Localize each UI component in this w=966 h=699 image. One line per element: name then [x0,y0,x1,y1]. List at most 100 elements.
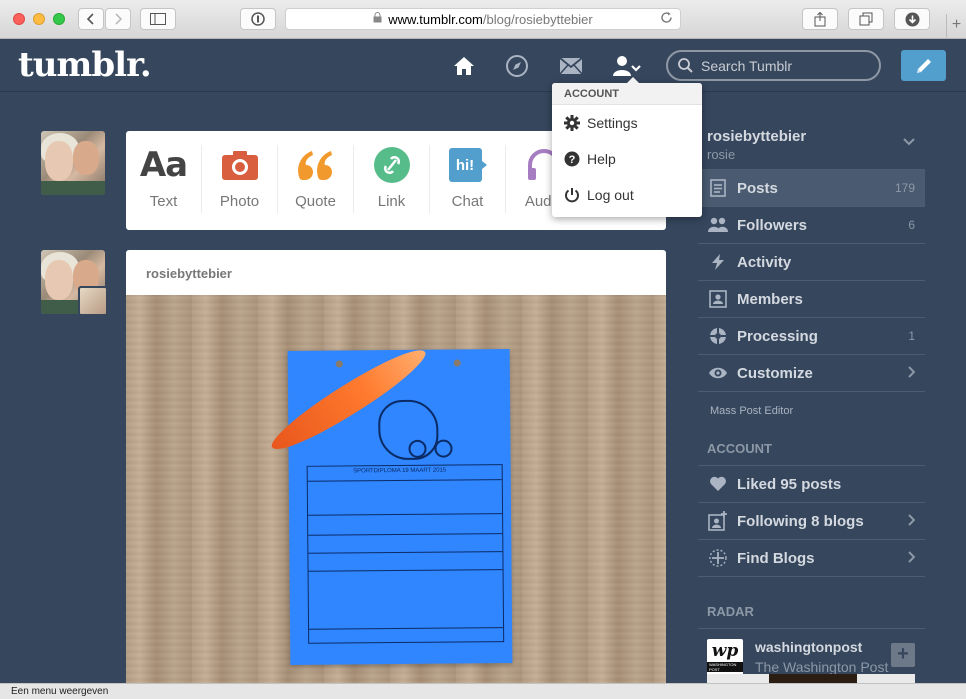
lock-icon [373,12,382,26]
chevron-right-icon [115,13,122,25]
browser-status-bar: Een menu weergeven [0,683,966,699]
tabs-icon [859,12,873,26]
quote-icon [296,145,336,185]
sidebar-item-liked[interactable]: Liked 95 posts [698,466,925,503]
chevron-right-icon [908,551,915,563]
share-button[interactable] [802,8,838,30]
processing-icon [708,326,728,346]
lightning-icon [708,252,728,272]
user-avatar[interactable] [41,131,105,195]
tabs-overview-button[interactable] [848,8,884,30]
sidebar-item-label: Members [737,290,803,308]
blog-title: rosie [707,147,736,162]
post-type-link-button[interactable]: Link [354,145,430,213]
blog-name: rosiebyttebier [707,128,807,145]
sidebar-item-label: Processing [737,327,818,345]
forward-button[interactable] [105,8,131,30]
url-domain: www.tumblr.com [388,11,483,27]
browser-toolbar: www.tumblr.com/blog/rosiebyttebier + [0,0,966,39]
help-icon: ? [562,151,582,167]
post-type-chat-button[interactable]: hi! Chat [430,145,506,213]
sidebar-item-customize[interactable]: Customize [698,355,925,392]
chevron-right-icon [908,514,915,526]
sidebar-item-label: Find Blogs [737,549,815,567]
sidebar-toggle-button[interactable] [140,8,176,30]
posts-count: 179 [894,181,915,195]
link-icon [373,145,410,185]
chevron-right-icon [908,366,915,378]
sidebar-item-label: Posts [737,179,778,197]
explore-compass-icon[interactable] [503,52,531,80]
sidebar-icon [150,13,166,25]
address-bar[interactable]: www.tumblr.com/blog/rosiebyttebier [285,8,681,30]
sidebar-item-label: Activity [737,253,792,271]
tumblr-logo[interactable]: tumblr. [18,45,152,85]
account-menu-icon[interactable] [612,52,644,80]
back-button[interactable] [78,8,104,30]
post-type-label: Link [377,193,406,210]
mass-post-editor-link[interactable]: Mass Post Editor [698,392,925,429]
dropdown-header: ACCOUNT [552,83,702,105]
radar-blog-title: The Washington Post [755,659,889,675]
post-type-text-button[interactable]: Aa Text [126,145,202,213]
close-window-button[interactable] [13,13,25,25]
post-type-quote-button[interactable]: Quote [278,145,354,213]
pencil-icon [916,58,931,73]
gear-icon [562,115,582,131]
blog-header[interactable]: rosiebyttebier rosie [698,118,925,170]
sidebar-item-members[interactable]: Members [698,281,925,318]
info-icon [251,12,265,26]
chevron-left-icon [87,13,94,25]
washington-post-logo: wp WASHINGTON POST [707,639,743,675]
menu-item-help[interactable]: ? Help [552,141,702,177]
dashboard-post: rosiebyttebier SPORTDIPLOMA 19 MAART 201… [126,250,666,690]
post-type-label: Quote [295,193,336,210]
sidebar-item-activity[interactable]: Activity [698,244,925,281]
reload-icon[interactable] [660,11,673,27]
url-path: /blog/rosiebyttebier [482,11,593,27]
inbox-mail-icon[interactable] [557,52,585,80]
sidebar-item-find-blogs[interactable]: Find Blogs [698,540,925,577]
text-icon: Aa [139,145,188,185]
privacy-report-button[interactable] [240,8,276,30]
sport-diploma-paper: SPORTDIPLOMA 19 MAART 2015 [287,349,513,665]
sidebar-item-processing[interactable]: Processing 1 [698,318,925,355]
chevron-down-icon [903,138,915,146]
followers-count: 6 [908,218,915,232]
search-input[interactable]: Search Tumblr [666,50,881,81]
download-icon [905,12,919,26]
post-type-label: Photo [219,193,260,210]
sidebar-item-label: Liked 95 posts [737,475,842,493]
sidebar-item-label: Following 8 blogs [737,512,864,530]
members-icon [708,289,728,309]
blog-sidebar: rosiebyttebier rosie Posts 179 Followers… [698,118,925,686]
account-dropdown-menu: ACCOUNT Settings ? Help Log out [552,77,702,217]
menu-item-label: Settings [587,115,638,131]
new-tab-button[interactable]: + [946,14,966,39]
heart-icon [708,474,728,494]
sidebar-item-following[interactable]: Following 8 blogs [698,503,925,540]
dashboard-home-icon[interactable] [450,52,478,80]
chat-icon: hi! [448,145,488,185]
minimize-window-button[interactable] [33,13,45,25]
compose-post-button[interactable] [901,50,946,81]
follow-plus-button[interactable]: + [891,643,915,667]
share-icon [814,11,826,26]
posts-icon [708,178,728,198]
post-type-photo-button[interactable]: Photo [202,145,278,213]
diploma-table [306,464,505,644]
radar-section-header: RADAR [698,599,925,629]
menu-item-settings[interactable]: Settings [552,105,702,141]
post-type-label: Text [149,193,178,210]
sidebar-item-posts[interactable]: Posts 179 [698,170,925,207]
account-section-header: ACCOUNT [698,436,925,466]
post-author-name[interactable]: rosiebyttebier [126,250,666,295]
search-icon [678,58,693,73]
zoom-window-button[interactable] [53,13,65,25]
downloads-button[interactable] [894,8,930,30]
sidebar-item-followers[interactable]: Followers 6 [698,207,925,244]
menu-item-logout[interactable]: Log out [552,177,702,213]
tumblr-header: tumblr. Search Tumblr [0,40,966,92]
post-blog-sub-avatar[interactable] [78,286,108,316]
post-photo[interactable]: SPORTDIPLOMA 19 MAART 2015 [126,295,666,690]
